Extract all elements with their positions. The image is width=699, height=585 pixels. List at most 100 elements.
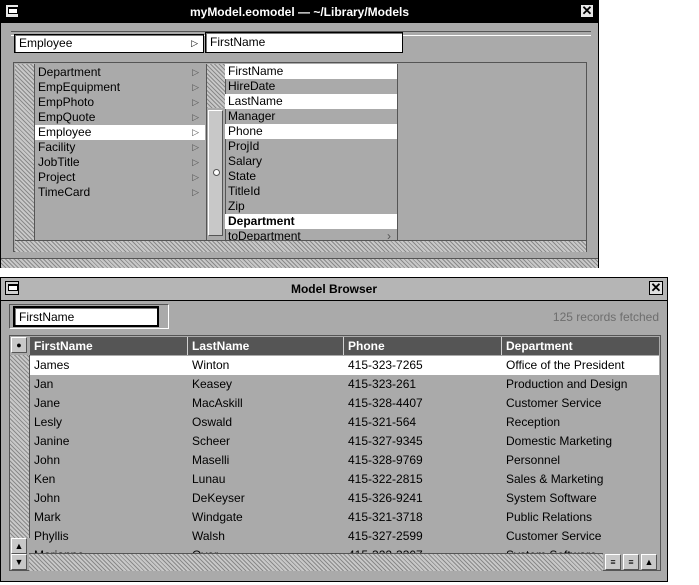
column-header-lastname[interactable]: LastName (188, 337, 344, 355)
scroll-up-icon[interactable]: ▲ (11, 538, 27, 554)
table-cell-firstname: James (34, 358, 70, 372)
table-cell-lastname: Maselli (192, 453, 230, 467)
table-cell-department: Personnel (506, 453, 561, 467)
attribute-item[interactable]: ProjId (225, 139, 397, 154)
attribute-item[interactable]: TitleId (225, 184, 397, 199)
table-cell-lastname: Walsh (192, 529, 225, 543)
table-row[interactable]: Jan Keasey 415-323-261 Production and Desig… (30, 375, 659, 394)
attribute-item[interactable]: Salary (225, 154, 397, 169)
column-header-department[interactable]: Department (502, 337, 659, 355)
table-cell-phone: 415-328-4407 (348, 396, 423, 410)
model-browser-titlebar[interactable]: Model Browser ✕ (1, 278, 667, 301)
align-right-icon[interactable]: ▲ (641, 554, 657, 570)
table-row[interactable]: James Winton 415-323-7265 Office of the Pre… (30, 356, 659, 375)
table-row[interactable]: Mark Windgate 415-321-3718 Public Relations (30, 508, 659, 527)
close-icon[interactable]: ✕ (580, 4, 594, 18)
model-browser-title: Model Browser (290, 282, 377, 296)
expand-arrow-icon: ▷ (192, 97, 199, 107)
column-header-phone[interactable]: Phone (344, 337, 502, 355)
table-cell-firstname: Marianne (30, 546, 84, 553)
attribute-item[interactable]: Phone (225, 124, 397, 139)
table-row[interactable]: Lesly Oswald 415-321-564 Reception (30, 413, 659, 432)
table-row[interactable]: Janine Scheer 415-327-9345 Domestic Marketi… (30, 432, 659, 451)
path-entity-field[interactable]: Employee ▷ (14, 34, 204, 53)
attribute-item[interactable]: LastName (225, 94, 397, 109)
expand-arrow-icon: ▷ (192, 187, 199, 197)
table-cell-lastname: MacAskill (192, 396, 243, 410)
table-cell-lastname: Oyer (188, 546, 218, 553)
entity-item[interactable]: EmpEquipment ▷ (35, 80, 205, 95)
table-cell-department: Public Relations (506, 510, 593, 524)
attribute-item-label: FirstName (228, 64, 284, 78)
close-icon[interactable]: ✕ (649, 281, 663, 295)
entity-item[interactable]: JobTitle ▷ (35, 155, 205, 170)
entity-item-label: EmpEquipment (38, 80, 121, 94)
records-status: 125 records fetched (552, 310, 659, 324)
entity-scrollbar[interactable] (15, 64, 35, 240)
attribute-item[interactable]: Department (225, 214, 397, 229)
table-cell-phone: 415-321-564 (348, 415, 417, 429)
entity-item-label: Employee (38, 125, 92, 139)
miniaturize-icon[interactable] (5, 281, 19, 295)
entity-item[interactable]: Project ▷ (35, 170, 205, 185)
model-window-titlebar[interactable]: myModel.eomodel — ~/Library/Models ✕ (1, 1, 598, 23)
attribute-item-label: HireDate (228, 79, 276, 93)
entity-item[interactable]: TimeCard ▷ (35, 185, 205, 200)
table-row[interactable]: John Maselli 415-328-9769 Personnel (30, 451, 659, 470)
table-cell-phone: 415-326-9241 (348, 491, 423, 505)
table-cell-lastname: Windgate (192, 510, 243, 524)
table-cell-firstname: Lesly (34, 415, 63, 429)
table-row[interactable]: Ken Lunau 415-322-2815 Sales & Marketing (30, 470, 659, 489)
scroll-down-icon[interactable]: ▼ (11, 554, 27, 570)
table-cell-firstname: John (34, 453, 61, 467)
model-window-resize-bar[interactable] (1, 258, 598, 268)
table-cell-department: Domestic Marketing (506, 434, 613, 448)
table-row[interactable]: Phyllis Walsh 415-327-2599 Customer Service (30, 527, 659, 546)
column-header-firstname[interactable]: FirstName (30, 337, 188, 355)
entity-item-label: Project (38, 170, 76, 184)
table-row[interactable]: Jane MacAskill 415-328-4407 Customer Servic… (30, 394, 659, 413)
browser-horizontal-scrollbar[interactable] (15, 240, 586, 252)
miniaturize-icon[interactable] (5, 4, 19, 18)
column-selector-button[interactable]: ● (11, 337, 27, 353)
path-bar: Employee ▷ FirstName (11, 31, 591, 55)
attribute-item[interactable]: Zip (225, 199, 397, 214)
attribute-item-label: LastName (228, 94, 283, 108)
entity-item[interactable]: EmpQuote ▷ (35, 110, 205, 125)
table-cell-phone: 415-322-2815 (348, 472, 423, 486)
attribute-scroll-knob[interactable] (208, 110, 223, 236)
table-cell-phone: 415-328-9769 (348, 453, 423, 467)
attribute-item-label: Department (228, 214, 295, 228)
table-cell-firstname: Jane (34, 396, 61, 410)
table-cell-department: System Software (502, 546, 597, 553)
expand-arrow-icon: ▷ (192, 67, 199, 77)
attribute-item-label: Salary (228, 154, 263, 168)
attribute-item[interactable]: Manager (225, 109, 397, 124)
table-horizontal-scrollbar[interactable] (29, 553, 603, 571)
entity-item[interactable]: Department ▷ (35, 65, 205, 80)
align-left-icon[interactable]: ≡ (605, 554, 621, 570)
path-attribute-label: FirstName (210, 35, 266, 49)
path-attribute-field[interactable]: FirstName (205, 32, 403, 53)
table-header: FirstName LastName Phone Department (30, 337, 659, 355)
align-center-icon[interactable]: ≡ (623, 554, 639, 570)
attribute-list: FirstName HireDate LastName Manager Phone Pro… (225, 64, 397, 240)
table-cell-firstname: Phyllis (34, 529, 69, 543)
path-entity-label: Employee (19, 36, 73, 50)
entity-item-label: Department (38, 65, 101, 79)
table-cell-lastname: Keasey (192, 377, 233, 391)
entity-item[interactable]: EmpPhoto ▷ (35, 95, 205, 110)
attribute-item[interactable]: State (225, 169, 397, 184)
entity-item[interactable]: Facility ▷ (35, 140, 205, 155)
table-cell-department: Customer Service (506, 529, 602, 543)
entity-item[interactable]: Employee ▷ (35, 125, 205, 140)
attribute-item[interactable]: toDepartment › (225, 229, 397, 240)
attribute-item[interactable]: HireDate (225, 79, 397, 94)
table-row[interactable]: Marianne Oyer 415-322-3307 System Software (30, 546, 659, 553)
table-row[interactable]: John DeKeyser 415-326-9241 System Software (30, 489, 659, 508)
attribute-item[interactable]: FirstName (225, 64, 397, 79)
table-cell-lastname: Scheer (192, 434, 231, 448)
attribute-item-label: Zip (228, 199, 245, 213)
attribute-scrollbar[interactable] (206, 64, 226, 240)
search-input[interactable]: FirstName (13, 306, 159, 327)
